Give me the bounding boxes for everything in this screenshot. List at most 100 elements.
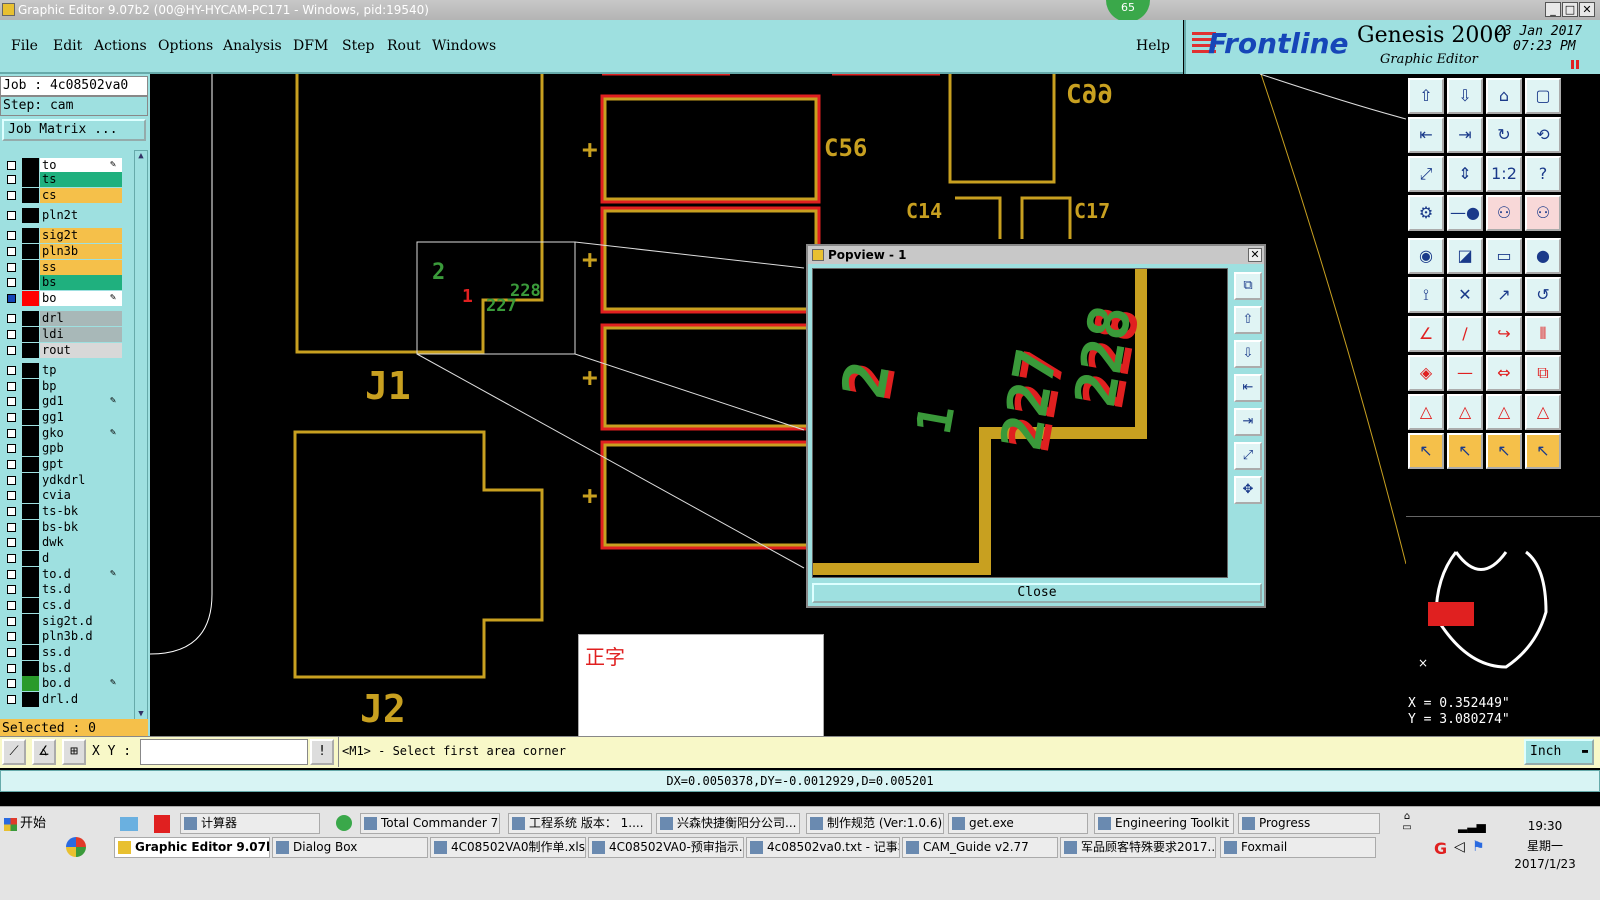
network-folder-icon[interactable] xyxy=(120,817,138,831)
tray-expand-icon[interactable]: ⌂ ▭ xyxy=(1396,811,1418,851)
layer-checkbox[interactable] xyxy=(7,538,16,547)
menu-step[interactable]: Step xyxy=(342,38,374,54)
pop-center-icon[interactable]: ✥ xyxy=(1234,476,1262,504)
pdf-icon[interactable] xyxy=(154,815,170,833)
taskbar-item[interactable]: 工程系统 版本： 1.... xyxy=(508,813,652,834)
layer-checkbox[interactable] xyxy=(7,695,16,704)
menu-file[interactable]: File xyxy=(11,38,38,54)
layer-name[interactable]: bp xyxy=(40,379,122,394)
layer-row[interactable]: d xyxy=(4,551,122,566)
volume-icon[interactable]: ◁ xyxy=(1454,839,1465,855)
scale-1-2-icon[interactable]: 1:2 xyxy=(1486,156,1522,192)
move-point-icon[interactable]: ↗ xyxy=(1486,277,1522,313)
rotate-icon[interactable]: ↪ xyxy=(1486,316,1522,352)
angle-icon[interactable]: ∠ xyxy=(1408,316,1444,352)
triangle-line-icon[interactable]: △ xyxy=(1525,394,1561,430)
layer-row[interactable]: pln3b.d xyxy=(4,629,122,644)
network-icon[interactable]: ▂▃▅ xyxy=(1458,819,1486,833)
layer-name[interactable]: ss.d xyxy=(40,645,122,660)
taskbar-item[interactable]: Foxmail xyxy=(1220,837,1376,858)
triangle-icon[interactable]: △ xyxy=(1408,394,1444,430)
zoom-extents-icon[interactable]: ⤢ xyxy=(1408,156,1444,192)
layer-checkbox[interactable] xyxy=(7,278,16,287)
layer-row[interactable]: sig2t xyxy=(4,228,122,243)
popview-close-button[interactable]: Close xyxy=(812,583,1262,603)
board-icon[interactable]: ⚙ xyxy=(1408,195,1444,231)
layer-row[interactable]: pln3b xyxy=(4,244,122,259)
zoom-region-icon[interactable]: ↻ xyxy=(1486,117,1522,153)
snap-icon[interactable]: ⟋ xyxy=(2,739,26,765)
layer-name[interactable]: bs.d xyxy=(40,661,122,676)
layer-checkbox[interactable] xyxy=(7,175,16,184)
layer-name[interactable]: cs xyxy=(40,188,122,203)
fit-window-icon[interactable]: ▢ xyxy=(1525,78,1561,114)
pointer-box-icon[interactable]: ↖ xyxy=(1447,433,1483,469)
layer-checkbox[interactable] xyxy=(7,429,16,438)
layer-scrollbar[interactable]: ▲ ▼ xyxy=(134,150,148,722)
taskbar-item[interactable]: CAM_Guide v2.77 xyxy=(902,837,1058,858)
layer-row[interactable]: drl xyxy=(4,311,122,326)
menu-rout[interactable]: Rout xyxy=(387,38,421,54)
ruler-icon[interactable]: ▭ xyxy=(1486,238,1522,274)
menu-options[interactable]: Options xyxy=(158,38,213,54)
layer-name[interactable]: bs-bk xyxy=(40,520,122,535)
arc-icon[interactable]: ↺ xyxy=(1525,277,1561,313)
layer-row[interactable]: bs-bk xyxy=(4,520,122,535)
maximize-button[interactable]: □ xyxy=(1562,2,1578,17)
taskbar-item[interactable]: 4C08502VA0-预审指示.... xyxy=(588,837,744,858)
pan-left-icon[interactable]: ⇤ xyxy=(1408,117,1444,153)
layer-name[interactable]: cs.d xyxy=(40,598,122,613)
pop-zoom-icon[interactable]: ⧉ xyxy=(1234,272,1262,300)
layer-checkbox[interactable] xyxy=(7,161,16,170)
units-select[interactable]: Inch ▬ xyxy=(1524,739,1594,765)
layer-name[interactable]: pln3b xyxy=(40,244,122,259)
taskbar-item[interactable]: 4c08502va0.txt - 记事本 xyxy=(746,837,900,858)
layer-row[interactable]: ldi xyxy=(4,327,122,342)
taskbar-item[interactable]: 制作规范 (Ver:1.0.6) xyxy=(806,813,944,834)
taskbar-item[interactable]: Graphic Editor 9.07b2 ... xyxy=(114,837,270,858)
pointer-net-icon[interactable]: ↖ xyxy=(1525,433,1561,469)
menu-dfm[interactable]: DFM xyxy=(293,38,328,54)
triangle-select-icon[interactable]: △ xyxy=(1447,394,1483,430)
layer-row[interactable]: ss.d xyxy=(4,645,122,660)
layer-row[interactable]: gko ✎ xyxy=(4,426,122,441)
layer-row[interactable]: bo ✎ xyxy=(4,291,122,306)
layer-row[interactable]: drl.d xyxy=(4,692,122,707)
taskbar-item[interactable]: 军品顾客特殊要求2017.... xyxy=(1060,837,1216,858)
layer-row[interactable]: bs xyxy=(4,275,122,290)
taskbar-item[interactable]: Dialog Box xyxy=(272,837,428,858)
menu-help[interactable]: Help xyxy=(1136,38,1170,54)
layer-name[interactable]: gpb xyxy=(40,441,122,456)
layer-checkbox[interactable] xyxy=(7,648,16,657)
layer-checkbox[interactable] xyxy=(7,330,16,339)
layer-checkbox[interactable] xyxy=(7,554,16,563)
layer-checkbox[interactable] xyxy=(7,585,16,594)
layer-name[interactable]: pln3b.d xyxy=(40,629,122,644)
layer-name[interactable]: bs xyxy=(40,275,122,290)
layer-checkbox[interactable] xyxy=(7,294,16,303)
copy-icon[interactable]: ⧉ xyxy=(1525,355,1561,391)
layer-checkbox[interactable] xyxy=(7,476,16,485)
cross-icon[interactable]: ✕ xyxy=(1447,277,1483,313)
overview-map[interactable]: × xyxy=(1406,516,1600,686)
layer-checkbox[interactable] xyxy=(7,413,16,422)
layer-row[interactable]: cvia xyxy=(4,488,122,503)
menu-actions[interactable]: Actions xyxy=(94,38,147,54)
layer-name[interactable]: ts xyxy=(40,172,122,187)
layer-checkbox[interactable] xyxy=(7,632,16,641)
layer-name[interactable]: cvia xyxy=(40,488,122,503)
layer-name[interactable]: drl xyxy=(40,311,122,326)
slash-icon[interactable]: ∕ xyxy=(1447,316,1483,352)
layer-row[interactable]: pln2t xyxy=(4,208,122,223)
popview-titlebar[interactable]: Popview - 1 ✕ xyxy=(808,246,1264,264)
triangle-arc-icon[interactable]: △ xyxy=(1486,394,1522,430)
layer-row[interactable]: bo.d ✎ xyxy=(4,676,122,691)
popview-close-icon[interactable]: ✕ xyxy=(1248,248,1262,262)
pop-fit-icon[interactable]: ⤢ xyxy=(1234,442,1262,470)
layer-name[interactable]: dwk xyxy=(40,535,122,550)
popview-canvas[interactable]: 2 2 1 227 227 228 228 xyxy=(812,268,1228,578)
layer-name[interactable]: pln2t xyxy=(40,208,122,223)
layer-checkbox[interactable] xyxy=(7,491,16,500)
pop-up-icon[interactable]: ⇧ xyxy=(1234,306,1262,334)
layer-row[interactable]: gg1 xyxy=(4,410,122,425)
